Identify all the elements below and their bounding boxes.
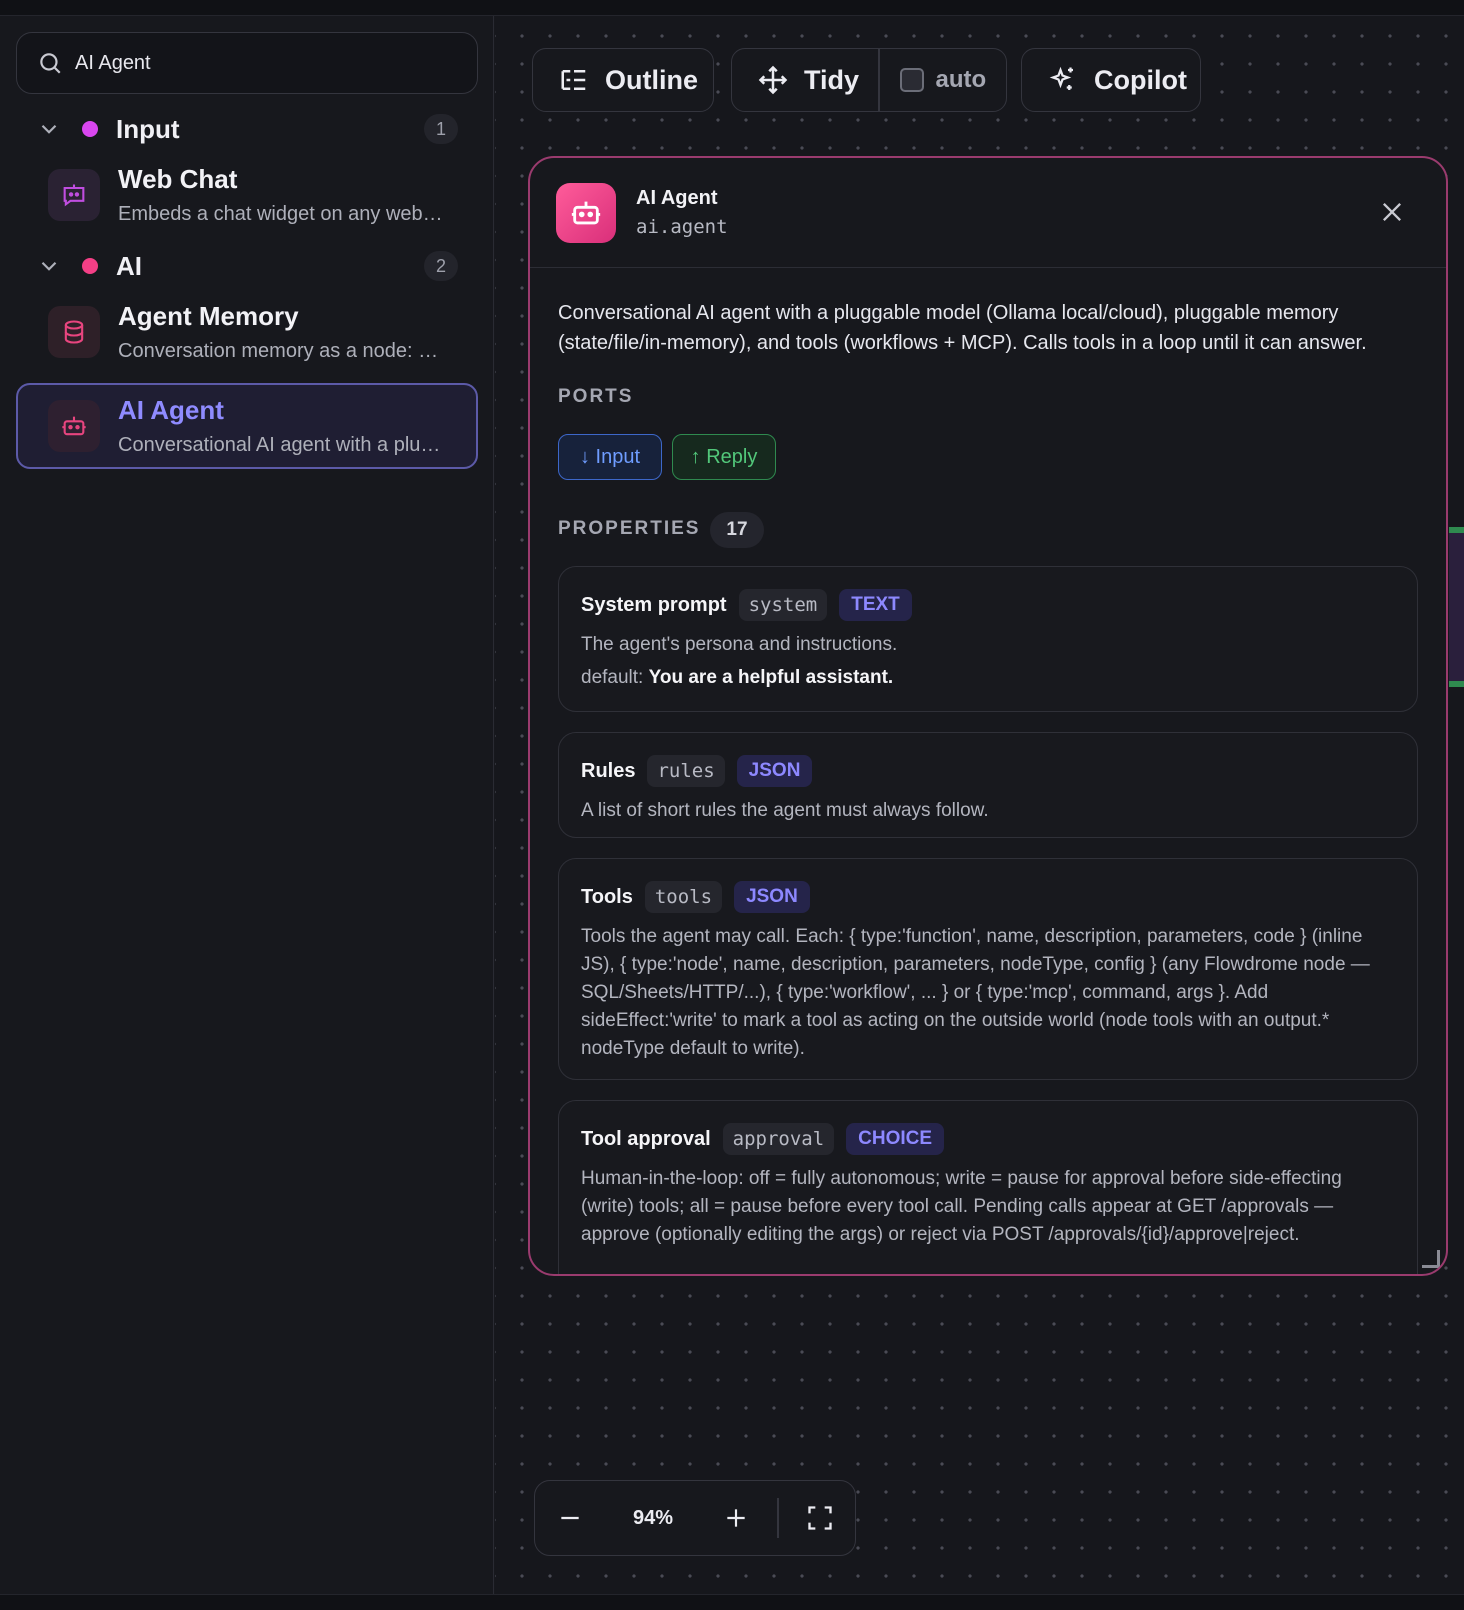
property-default-value: You are a helpful assistant. (648, 667, 894, 688)
node-library-sidebar: AI Agent Input 1 Web Chat Embeds a chat … (0, 16, 494, 1594)
ports-heading: PORTS (558, 386, 634, 407)
search-input[interactable]: AI Agent (16, 32, 478, 94)
group-header-ai[interactable]: AI 2 (16, 244, 478, 288)
properties-heading: PROPERTIES (558, 518, 701, 539)
sparkles-icon (1049, 66, 1073, 90)
group-color-dot (82, 121, 98, 137)
node-subtitle: Conversational AI agent with a plug... (118, 434, 448, 456)
node-title: Web Chat (118, 164, 238, 194)
group-count-badge: 2 (424, 251, 458, 281)
node-item-ai-agent[interactable]: AI Agent Conversational AI agent with a … (16, 383, 478, 469)
property-description: Tools the agent may call. Each: { type:'… (581, 926, 1370, 1059)
chevron-down-icon[interactable] (36, 116, 62, 142)
group-header-input[interactable]: Input 1 (16, 107, 478, 151)
property-key: rules (647, 755, 725, 787)
chevron-down-icon[interactable] (36, 253, 62, 279)
property-type-tag: JSON (736, 755, 813, 787)
zoom-divider (777, 1498, 779, 1538)
panel-node-type: ai.agent (636, 216, 728, 238)
property-card-approval: Tool approval approval CHOICE Human-in-t… (558, 1100, 1418, 1274)
panel-description: Conversational AI agent with a pluggable… (558, 302, 1367, 354)
outline-button[interactable]: Outline (532, 48, 714, 112)
zoom-in-button[interactable] (701, 1480, 771, 1556)
tidy-label: Tidy (804, 64, 860, 95)
search-icon (40, 53, 61, 74)
node-item-agent-memory[interactable]: Agent Memory Conversation memory as a no… (16, 289, 478, 375)
node-subtitle: Embeds a chat widget on any websit... (118, 203, 448, 225)
properties-count-badge: 17 (710, 512, 764, 548)
auto-toggle[interactable]: auto (880, 48, 987, 112)
property-description: Human-in-the-loop: off = fully autonomou… (581, 1168, 1342, 1245)
auto-label: auto (935, 66, 987, 93)
tidy-button[interactable]: Tidy (732, 48, 878, 112)
minus-icon (561, 1516, 579, 1520)
database-icon (48, 306, 100, 358)
robot-icon (556, 182, 616, 243)
property-key: system (738, 589, 828, 621)
property-name: Rules (581, 759, 636, 782)
search-value: AI Agent (75, 51, 151, 74)
fullscreen-icon (807, 1506, 832, 1530)
chat-bot-icon (48, 169, 100, 221)
auto-checkbox[interactable] (899, 68, 924, 92)
node-item-web-chat[interactable]: Web Chat Embeds a chat widget on any web… (16, 152, 478, 238)
resize-handle[interactable] (1422, 1250, 1440, 1268)
close-icon[interactable] (1378, 198, 1406, 226)
property-description: The agent's persona and instructions. (581, 634, 898, 655)
property-name: System prompt (581, 593, 727, 616)
property-key: tools (644, 881, 723, 913)
fit-view-button[interactable] (785, 1480, 855, 1556)
node-title: AI Agent (118, 395, 224, 425)
copilot-button[interactable]: Copilot (1021, 48, 1201, 112)
plus-icon (727, 1509, 745, 1527)
property-name: Tool approval (581, 1127, 711, 1150)
group-count-badge: 1 (424, 114, 458, 144)
offscreen-node-edge (1449, 527, 1464, 687)
group-name: Input (116, 113, 180, 144)
outline-label: Outline (605, 64, 698, 95)
copilot-label: Copilot (1094, 64, 1187, 95)
window-bottom-strip (0, 1594, 1464, 1610)
node-detail-panel: AI Agent ai.agent Conversational AI agen… (528, 156, 1448, 1276)
panel-title: AI Agent (636, 187, 718, 209)
panel-header: AI Agent ai.agent (530, 158, 1446, 268)
window-top-strip (0, 0, 1464, 16)
port-input[interactable]: ↓ Input (558, 434, 662, 480)
property-type-tag: JSON (734, 881, 810, 913)
robot-icon (48, 400, 100, 452)
property-name: Tools (581, 885, 633, 908)
property-card-rules: Rules rules JSON A list of short rules t… (558, 732, 1418, 838)
property-default: default: You are a helpful assistant. (581, 667, 894, 688)
group-name: AI (116, 250, 142, 281)
property-card-tools: Tools tools JSON Tools the agent may cal… (558, 858, 1418, 1080)
property-key: approval (722, 1123, 835, 1155)
port-reply[interactable]: ↑ Reply (672, 434, 776, 480)
node-subtitle: Conversation memory as a node: ch... (118, 340, 448, 362)
property-card-system: System prompt system TEXT The agent's pe… (558, 566, 1418, 712)
property-type-tag: TEXT (839, 589, 912, 621)
property-description: A list of short rules the agent must alw… (581, 800, 989, 821)
move-arrows-icon (758, 65, 788, 95)
group-color-dot (82, 258, 98, 274)
zoom-out-button[interactable] (535, 1480, 605, 1556)
tidy-group: Tidy auto (731, 48, 1007, 112)
zoom-controls: 94% (534, 1480, 856, 1556)
zoom-level: 94% (632, 1506, 674, 1529)
outline-icon (561, 70, 586, 90)
node-title: Agent Memory (118, 301, 299, 331)
property-type-tag: CHOICE (846, 1123, 945, 1155)
